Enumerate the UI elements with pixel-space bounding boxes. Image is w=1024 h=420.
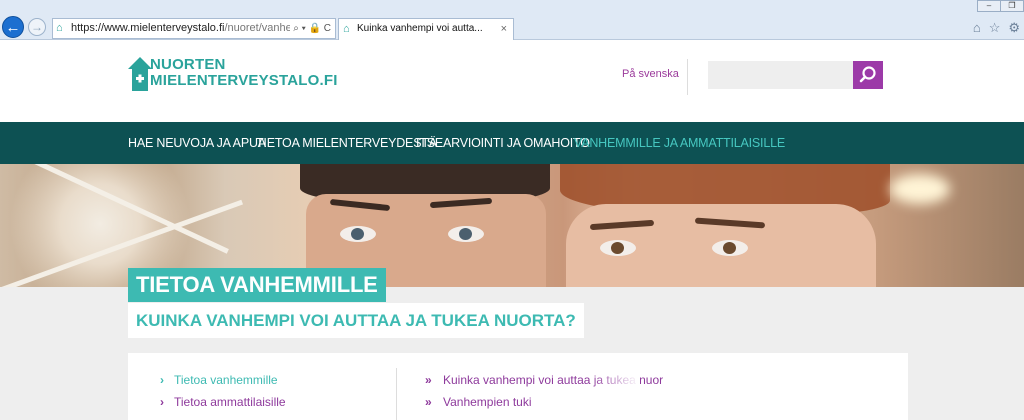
star-icon[interactable]: ☆ [989,20,1001,36]
nav-item-tietoa-mielenterveydesta[interactable]: TIETOA MIELENTERVEYDESTÄ [256,122,437,164]
browser-chrome: ← → ⌂ https://www.mielenterveystalo.fi/n… [0,0,1024,40]
logo-house-icon [128,57,152,91]
text-fade [590,370,640,390]
page-title: TIETOA VANHEMMILLE [128,268,386,302]
search-input[interactable] [708,61,854,89]
search-icon [859,66,876,83]
left-menu-tietoa-ammattilaisille[interactable]: › Tietoa ammattilaisille [160,395,286,409]
tab-close-icon[interactable]: × [501,19,507,39]
search-button[interactable] [853,61,883,89]
home-icon[interactable]: ⌂ [973,20,981,36]
restore-icon[interactable]: ❐ [1000,0,1024,12]
back-icon[interactable]: ← [2,16,24,38]
nav-item-vanhemmille[interactable]: VANHEMMILLE JA AMMATTILAISILLE [574,122,785,164]
forward-icon[interactable]: → [28,18,46,36]
column-divider [396,368,397,420]
double-chevron-icon: » [425,395,432,409]
main-nav: HAE NEUVOJA JA APUA TIETOA MIELENTERVEYD… [0,122,1024,164]
logo-line2: MIELENTERVEYSTALO.FI [150,72,338,89]
site-header: NUORTEN MIELENTERVEYSTALO.FI På svenska [0,41,1024,122]
minimize-icon[interactable]: – [977,0,1001,12]
double-chevron-icon: » [425,373,432,387]
left-menu-label: Tietoa vanhemmille [174,373,278,387]
right-menu-label: Vanhempien tuki [443,395,532,409]
address-bar[interactable]: ⌂ https://www.mielenterveystalo.fi/nuore… [52,18,336,39]
chevron-right-icon: › [160,395,164,409]
logo-text: NUORTEN MIELENTERVEYSTALO.FI [150,57,338,89]
gear-icon[interactable]: ⚙ [1008,20,1020,36]
nav-item-itsearviointi[interactable]: ITSEARVIOINTI JA OMAHOITO [416,122,590,164]
language-link[interactable]: På svenska [622,68,679,80]
right-menu-vanhempien-tuki[interactable]: » Vanhempien tuki [425,395,532,409]
address-tools[interactable]: ⌕ ▾ 🔒 C [290,19,331,38]
browser-tab[interactable]: ⌂ Kuinka vanhempi voi autta... × [338,18,514,40]
chevron-right-icon: › [160,373,164,387]
browser-tools: ⌂ ☆ ⚙ [973,20,1020,36]
url-domain: https://www.mielenterveystalo.fi [71,22,225,34]
window-controls: – ❐ [977,0,1024,12]
logo-line1: NUORTEN [150,56,226,73]
page-subtitle: KUINKA VANHEMPI VOI AUTTAA JA TUKEA NUOR… [128,303,584,338]
tab-favicon-icon: ⌂ [343,23,350,35]
site-favicon-icon: ⌂ [56,22,63,34]
site-logo[interactable]: NUORTEN MIELENTERVEYSTALO.FI [128,55,337,95]
header-divider [687,59,688,95]
left-menu-tietoa-vanhemmille[interactable]: › Tietoa vanhemmille [160,373,278,387]
nav-item-hae-neuvoja[interactable]: HAE NEUVOJA JA APUA [128,122,266,164]
left-menu-label: Tietoa ammattilaisille [174,395,286,409]
tab-title: Kuinka vanhempi voi autta... [357,23,483,34]
